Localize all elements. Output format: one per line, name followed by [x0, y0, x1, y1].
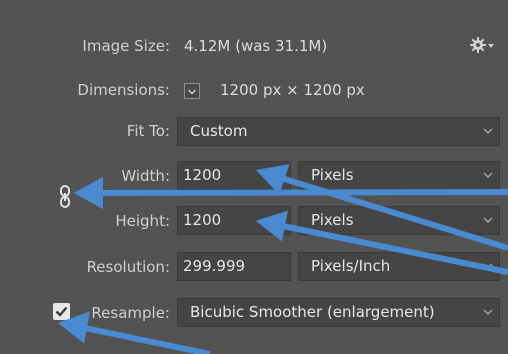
height-label: Height:: [115, 212, 170, 230]
width-unit-value: Pixels: [311, 166, 354, 184]
resolution-unit-select[interactable]: Pixels/Inch: [298, 252, 500, 281]
resample-checkbox[interactable]: [53, 303, 70, 320]
chevron-down-icon: [483, 217, 493, 223]
width-unit-select[interactable]: Pixels: [298, 161, 500, 190]
resample-method-value: Bicubic Smoother (enlargement): [190, 303, 435, 321]
dimensions-units-dropdown[interactable]: [184, 83, 200, 99]
dimensions-label: Dimensions:: [77, 81, 170, 99]
fit-to-label: Fit To:: [126, 122, 170, 140]
height-input[interactable]: 1200: [177, 206, 291, 235]
image-size-value: 4.12M (was 31.1M): [184, 37, 328, 55]
resolution-input[interactable]: 299.999: [177, 252, 291, 281]
height-unit-select[interactable]: Pixels: [298, 206, 500, 235]
fit-to-select[interactable]: Custom: [177, 117, 500, 146]
resolution-label: Resolution:: [86, 258, 170, 276]
fit-to-value: Custom: [190, 122, 248, 140]
gear-icon[interactable]: [470, 36, 496, 56]
height-unit-value: Pixels: [311, 211, 354, 229]
chain-link-icon[interactable]: [56, 184, 76, 210]
chevron-down-icon: [483, 309, 493, 315]
resample-method-select[interactable]: Bicubic Smoother (enlargement): [177, 298, 500, 327]
checkmark-icon: [55, 306, 68, 317]
dimensions-value: 1200 px × 1200 px: [220, 81, 365, 99]
width-input[interactable]: 1200: [177, 161, 291, 190]
image-size-label: Image Size:: [82, 37, 170, 55]
chevron-down-icon: [483, 172, 493, 178]
resolution-unit-value: Pixels/Inch: [311, 257, 391, 275]
resample-label: Resample:: [91, 304, 170, 322]
width-label: Width:: [121, 167, 170, 185]
chevron-down-icon: [483, 263, 493, 269]
chevron-down-icon: [187, 89, 197, 95]
chevron-down-icon: [483, 128, 493, 134]
